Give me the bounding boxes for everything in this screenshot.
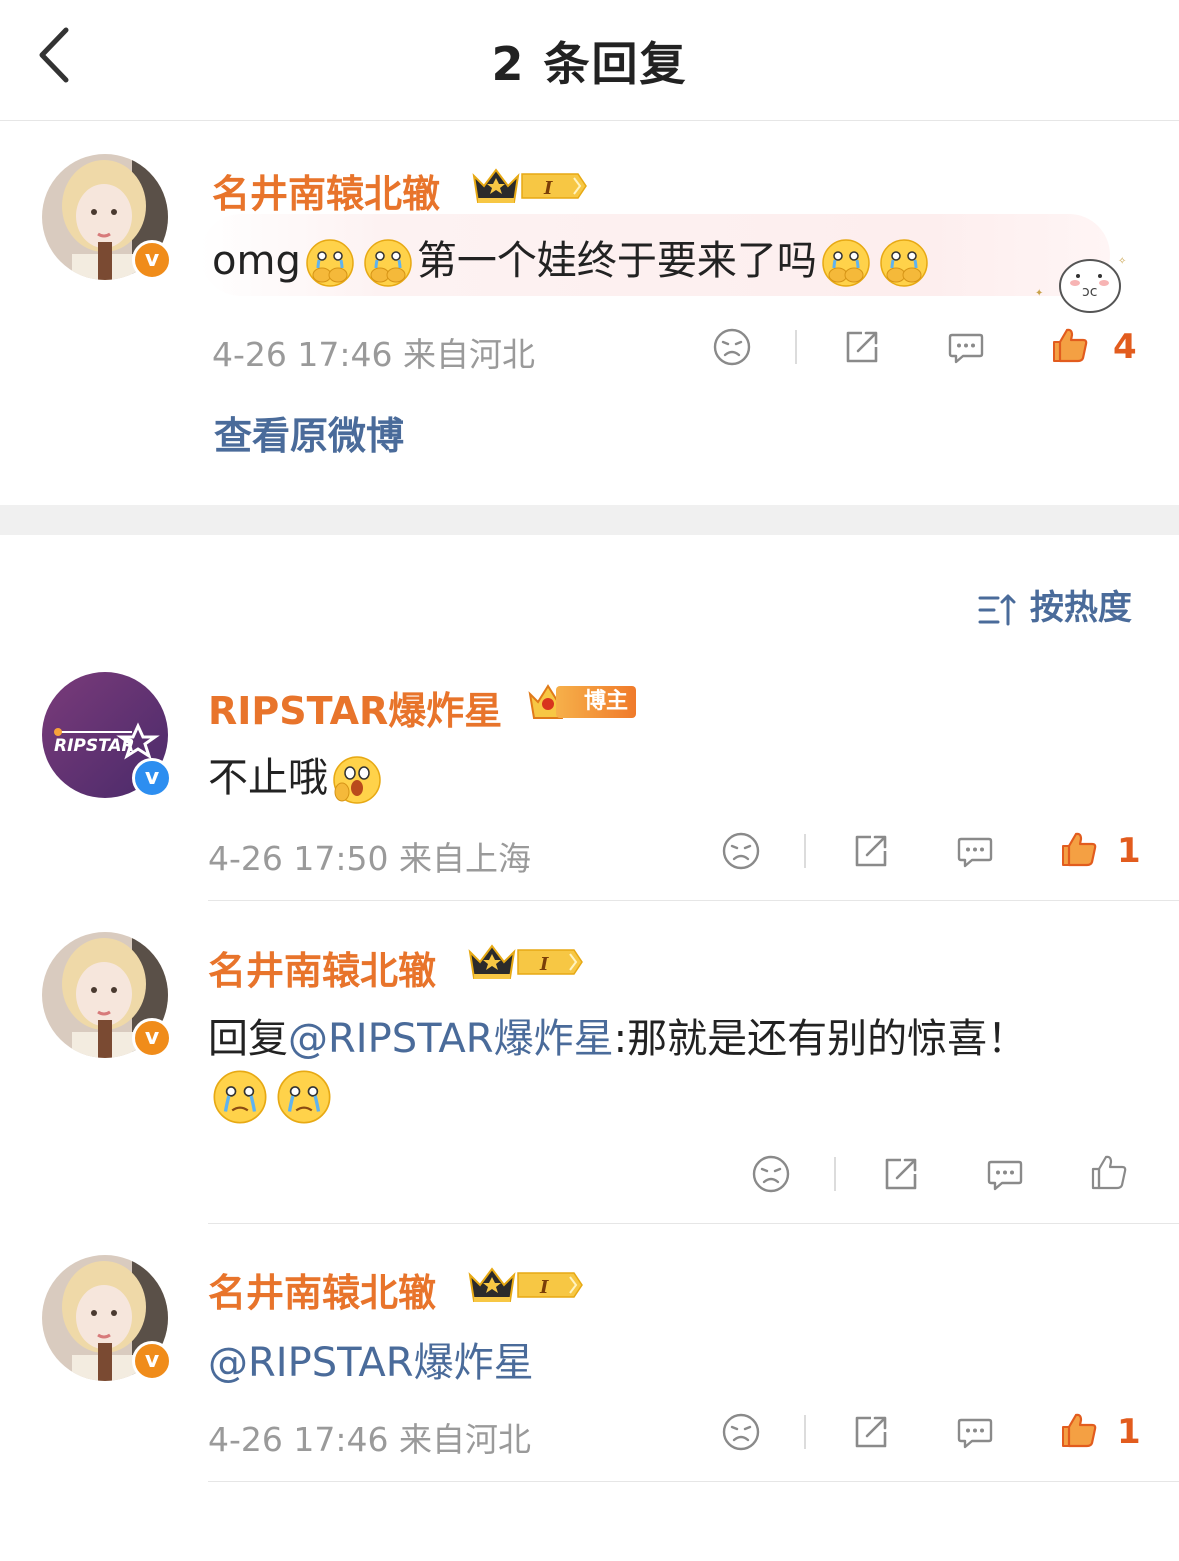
section-divider [0, 505, 1179, 535]
surprise-emoji-icon [331, 754, 383, 806]
share-icon[interactable] [851, 1412, 891, 1452]
dislike-icon[interactable] [721, 1412, 761, 1452]
sort-icon [978, 594, 1016, 625]
comment-icon[interactable] [955, 1412, 995, 1452]
avatar[interactable]: v [42, 154, 172, 280]
emoji-row [208, 1068, 336, 1126]
verified-icon: v [132, 758, 172, 798]
sort-label: 按热度 [1029, 588, 1132, 628]
share-icon[interactable] [881, 1154, 921, 1194]
divider [795, 330, 797, 364]
comment-icon[interactable] [955, 831, 995, 871]
reply-prefix: 回复 [208, 1016, 288, 1062]
sticker-icon: ɔc ✦ ✧ [1035, 256, 1126, 313]
username[interactable]: 名井南辕北辙 [208, 1262, 436, 1317]
divider [208, 900, 1179, 901]
divider [804, 834, 806, 868]
avatar[interactable]: v [42, 1255, 172, 1381]
location: 来自河北 [403, 335, 535, 374]
comment-text-part: omg [212, 238, 301, 284]
comment-text: 回复@RIPSTAR爆炸星:那就是还有别的惊喜！ [208, 1006, 1027, 1064]
comment-text-part: :那就是还有别的惊喜！ [613, 1016, 1028, 1062]
username[interactable]: RIPSTAR爆炸星 [208, 680, 502, 735]
avatar[interactable]: v [42, 932, 172, 1058]
timestamp: 4-26 17:46 [208, 1420, 389, 1459]
view-original-link[interactable]: 查看原微博 [214, 405, 404, 460]
comment-text: 不止哦 [208, 745, 386, 806]
cover-face-emoji-icon [820, 237, 872, 289]
divider [208, 1223, 1179, 1224]
divider [208, 1481, 1179, 1482]
comment-text-part: 第一个娃终于要来了吗 [416, 238, 817, 284]
like-count: 1 [1117, 1412, 1141, 1452]
comment-icon[interactable] [985, 1154, 1025, 1194]
page-title: 2 条回复 [491, 37, 688, 91]
cover-face-emoji-icon [304, 237, 356, 289]
cover-face-emoji-icon [878, 237, 930, 289]
dislike-icon[interactable] [712, 327, 752, 367]
username[interactable]: 名井南辕北辙 [212, 163, 440, 218]
like-icon[interactable] [1059, 1410, 1099, 1450]
share-icon[interactable] [842, 327, 882, 367]
svg-text:ɔc: ɔc [1082, 284, 1097, 300]
comment-meta: 4-26 17:46 来自河北 [212, 328, 535, 376]
comment-text-part: 不止哦 [208, 755, 328, 801]
verified-icon: v [132, 1018, 172, 1058]
crying-emoji-icon [211, 1068, 269, 1126]
verified-icon: v [132, 1341, 172, 1381]
crying-emoji-icon [275, 1068, 333, 1126]
comment-text: @RIPSTAR爆炸星 [208, 1330, 534, 1388]
dislike-icon[interactable] [721, 831, 761, 871]
comment-meta: 4-26 17:46 来自河北 [208, 1413, 531, 1461]
divider [834, 1157, 836, 1191]
share-icon[interactable] [851, 831, 891, 871]
verified-icon: v [132, 240, 172, 280]
timestamp: 4-26 17:50 [208, 839, 389, 878]
comment-icon[interactable] [946, 327, 986, 367]
timestamp: 4-26 17:46 [212, 335, 393, 374]
author-badge: 博主 [556, 686, 636, 718]
avatar[interactable]: RIPSTAR v [42, 672, 172, 798]
username[interactable]: 名井南辕北辙 [208, 940, 436, 995]
dislike-icon[interactable] [751, 1154, 791, 1194]
svg-text:✦: ✦ [1035, 288, 1043, 299]
location: 来自河北 [399, 1420, 531, 1459]
location: 来自上海 [399, 839, 531, 878]
like-count: 4 [1113, 327, 1137, 367]
like-icon[interactable] [1059, 829, 1099, 869]
crown-badge-icon[interactable] [466, 940, 586, 984]
svg-text:✧: ✧ [1118, 256, 1126, 267]
divider [804, 1415, 806, 1449]
crown-badge-icon[interactable] [466, 1263, 586, 1307]
crown-badge-icon[interactable] [470, 164, 590, 208]
sort-button[interactable]: 按热度 [978, 580, 1132, 629]
top-bar: 2 条回复 [0, 0, 1179, 121]
cover-face-emoji-icon [362, 237, 414, 289]
like-count: 1 [1117, 831, 1141, 871]
like-icon[interactable] [1050, 325, 1090, 365]
comment-text: omg 第一个娃终于要来了吗 [212, 228, 933, 289]
like-icon[interactable] [1089, 1152, 1129, 1192]
comment-meta: 4-26 17:50 来自上海 [208, 832, 531, 880]
mention-link[interactable]: @RIPSTAR爆炸星 [208, 1340, 534, 1386]
mention-link[interactable]: @RIPSTAR爆炸星 [288, 1016, 614, 1062]
